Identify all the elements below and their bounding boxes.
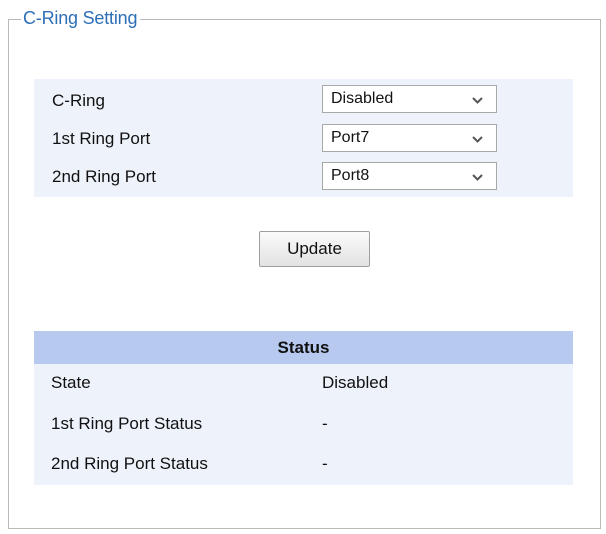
status-table-header: Status <box>34 331 573 364</box>
status-label-state: State <box>51 373 91 392</box>
chevron-down-icon <box>472 174 483 181</box>
status-table: Status State Disabled 1st Ring Port Stat… <box>34 331 573 485</box>
setting-label-1st-ring-port: 1st Ring Port <box>52 129 151 148</box>
status-value-state: Disabled <box>322 373 389 392</box>
second-ring-port-select[interactable]: Port8 <box>322 162 497 190</box>
first-ring-port-select[interactable]: Port7 <box>322 124 497 152</box>
settings-table: C-Ring Disabled 1st Ring Port Port7 2nd … <box>34 79 573 197</box>
status-label-2nd-ring-port: 2nd Ring Port Status <box>51 454 208 473</box>
status-row-1st-ring-port: 1st Ring Port Status - <box>34 404 573 443</box>
setting-row-c-ring: C-Ring Disabled <box>34 81 573 120</box>
panel-title: C-Ring Setting <box>21 6 141 30</box>
status-row-state: State Disabled <box>34 363 573 402</box>
setting-row-2nd-ring-port: 2nd Ring Port Port8 <box>34 157 573 196</box>
c-ring-select[interactable]: Disabled <box>322 85 497 113</box>
second-ring-port-selected-value: Port8 <box>331 167 370 184</box>
status-row-2nd-ring-port: 2nd Ring Port Status - <box>34 444 573 483</box>
setting-row-1st-ring-port: 1st Ring Port Port7 <box>34 119 573 158</box>
c-ring-selected-value: Disabled <box>331 90 394 107</box>
status-value-1st-ring-port: - <box>322 414 328 433</box>
status-value-2nd-ring-port: - <box>322 454 328 473</box>
first-ring-port-selected-value: Port7 <box>331 129 370 146</box>
status-label-1st-ring-port: 1st Ring Port Status <box>51 414 203 433</box>
update-button[interactable]: Update <box>259 231 370 267</box>
setting-label-c-ring: C-Ring <box>52 91 105 110</box>
setting-label-2nd-ring-port: 2nd Ring Port <box>52 167 156 186</box>
chevron-down-icon <box>472 97 483 104</box>
chevron-down-icon <box>472 136 483 143</box>
